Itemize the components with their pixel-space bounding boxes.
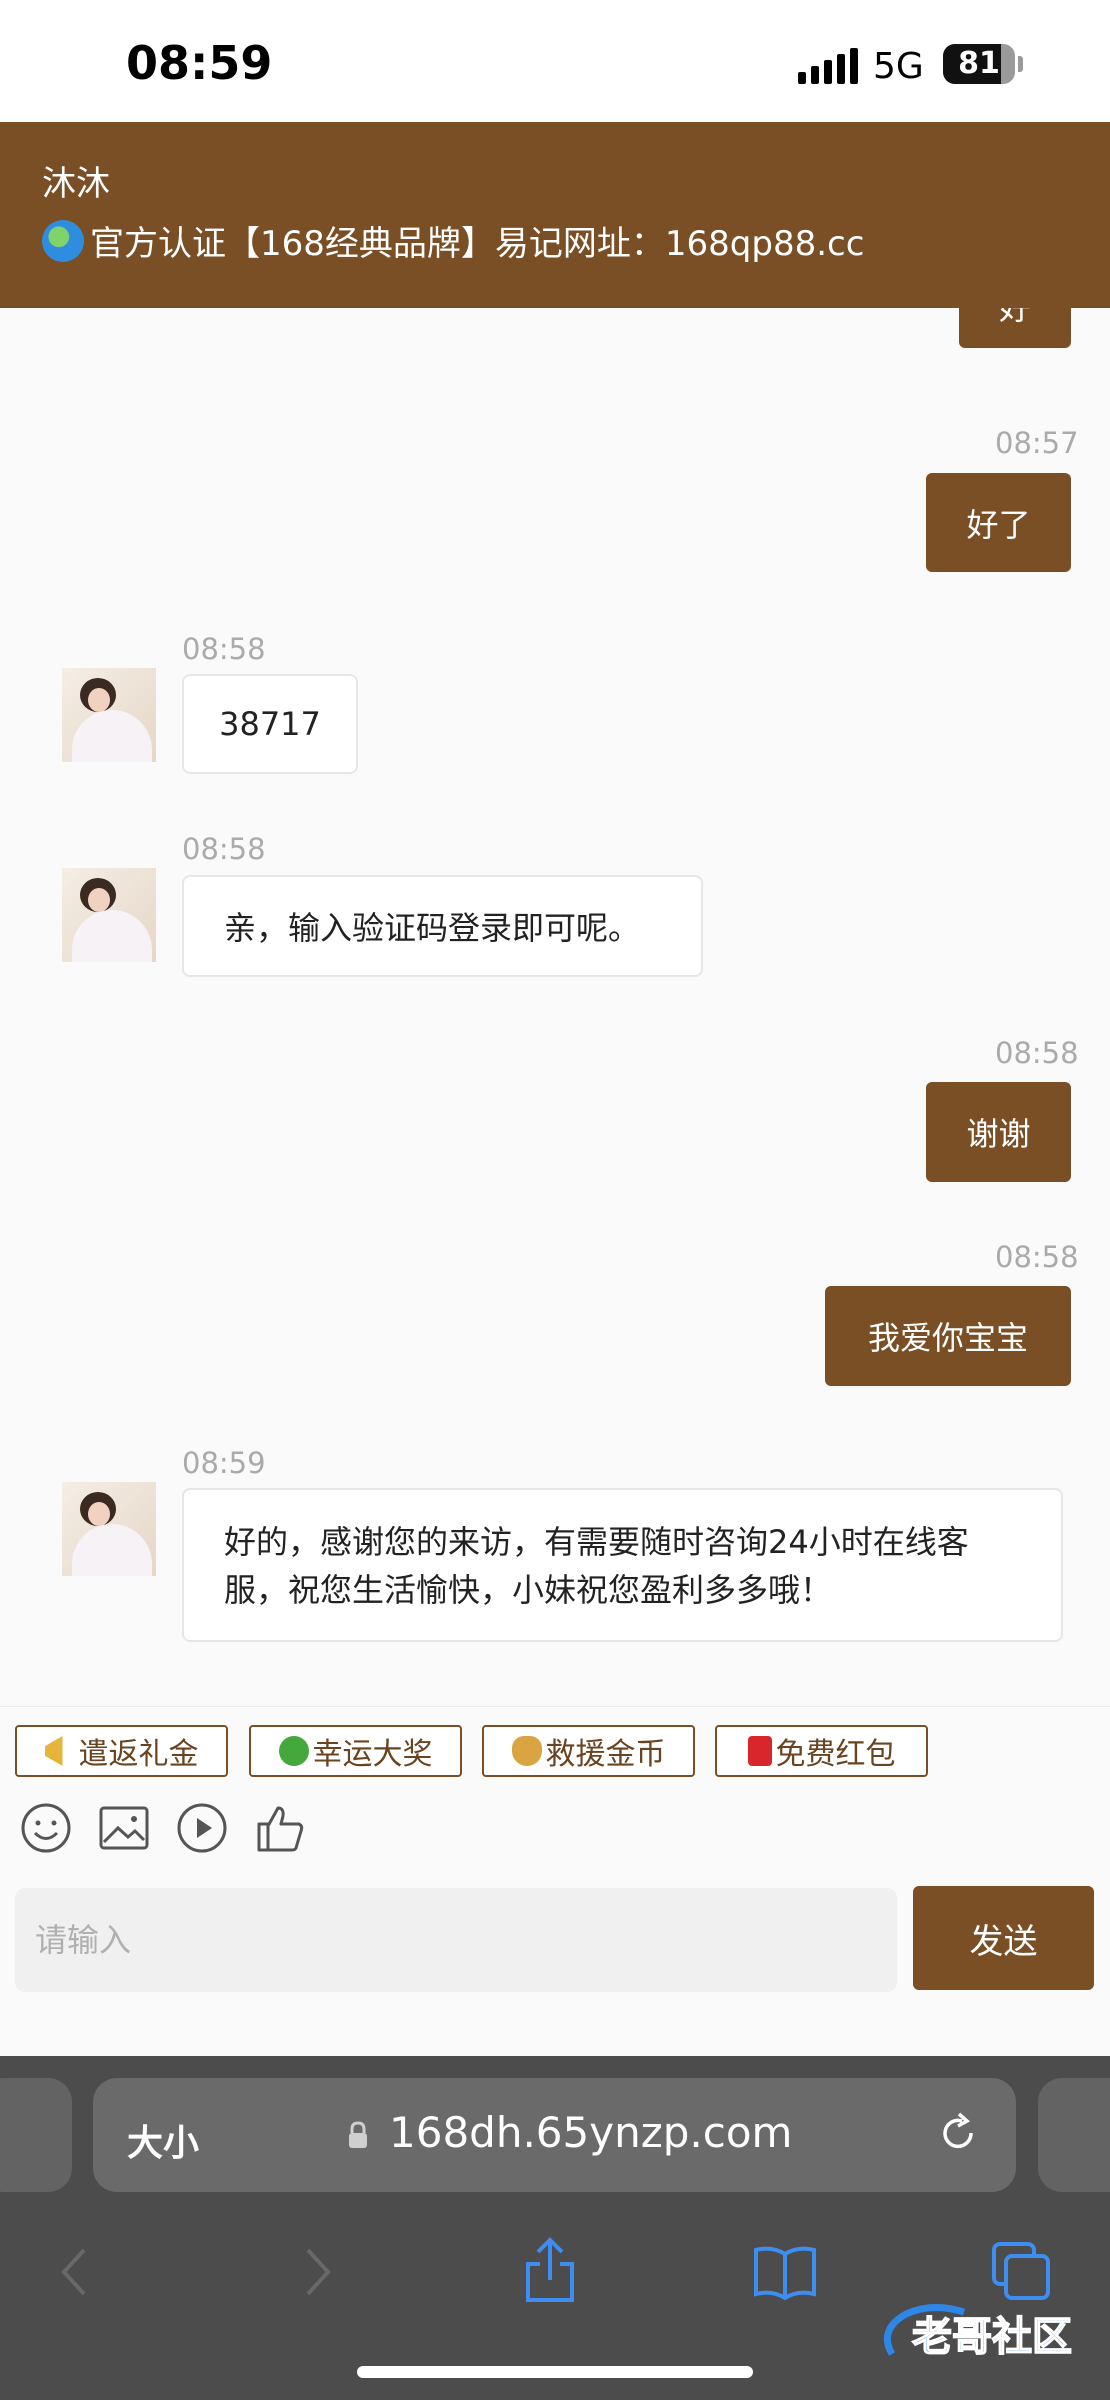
message-time: 08:58 bbox=[182, 632, 266, 666]
quick-action-redpacket-button[interactable]: 免费红包 bbox=[715, 1725, 928, 1777]
quick-action-rebate-button[interactable]: 遣返礼金 bbox=[15, 1725, 228, 1777]
quick-action-label: 幸运大奖 bbox=[312, 1737, 433, 1772]
tabs-icon[interactable] bbox=[990, 2240, 1052, 2302]
site-watermark-logo: 老哥社区 bbox=[883, 2304, 1073, 2361]
battery-icon: 81 bbox=[943, 44, 1015, 84]
megaphone-icon bbox=[44, 1736, 63, 1766]
message-bubble-incoming: 38717 bbox=[182, 674, 358, 774]
message-bubble-outgoing: 我爱你宝宝 bbox=[825, 1286, 1071, 1386]
previous-tab-preview[interactable] bbox=[0, 2078, 72, 2192]
lock-icon bbox=[349, 2121, 367, 2148]
message-time: 08:58 bbox=[182, 832, 266, 866]
message-bubble-outgoing: 好 bbox=[959, 308, 1071, 348]
agent-avatar[interactable] bbox=[62, 868, 156, 962]
message-bubble-outgoing: 好了 bbox=[926, 473, 1071, 572]
header-notice: 官方认证【168经典品牌】易记网址：168qp88.cc bbox=[42, 216, 864, 265]
message-text: 好了 bbox=[966, 505, 1031, 544]
battery-tip bbox=[1018, 56, 1023, 72]
message-text: 好的，感谢您的来访，有需要随时咨询24小时在线客服，祝您生活愉快，小妹祝您盈利多… bbox=[224, 1523, 969, 1609]
next-tab-preview[interactable] bbox=[1038, 2078, 1110, 2192]
quick-action-label: 遣返礼金 bbox=[78, 1737, 199, 1772]
input-toolbar bbox=[0, 1786, 1110, 1886]
quick-action-rescue-button[interactable]: 救援金币 bbox=[482, 1725, 695, 1777]
url-text: 168dh.65ynzp.com bbox=[389, 2108, 793, 2157]
message-time: 08:58 bbox=[995, 1036, 1079, 1070]
agent-avatar[interactable] bbox=[62, 668, 156, 762]
status-time: 08:59 bbox=[126, 36, 273, 90]
message-time: 08:58 bbox=[995, 1240, 1079, 1274]
message-bubble-incoming: 亲，输入验证码登录即可呢。 bbox=[182, 875, 703, 977]
message-text: 38717 bbox=[219, 705, 321, 743]
send-button[interactable]: 发送 bbox=[913, 1886, 1094, 1990]
header-notice-text: 官方认证【168经典品牌】易记网址：168qp88.cc bbox=[90, 224, 865, 264]
money-bag-icon bbox=[511, 1736, 542, 1766]
agent-name: 沐沐 bbox=[42, 164, 110, 204]
battery-level: 81 bbox=[958, 46, 1000, 81]
message-bubble-outgoing: 谢谢 bbox=[926, 1082, 1071, 1182]
reload-icon[interactable] bbox=[935, 2110, 981, 2156]
watermark-text: 老哥社区 bbox=[912, 2314, 1072, 2360]
bookmarks-icon[interactable] bbox=[752, 2244, 818, 2300]
network-label: 5G bbox=[873, 46, 924, 87]
quick-actions-bar: 遣返礼金 幸运大奖 救援金币 免费红包 bbox=[0, 1706, 1110, 1787]
home-indicator[interactable] bbox=[357, 2366, 753, 2378]
message-bubble-incoming: 好的，感谢您的来访，有需要随时咨询24小时在线客服，祝您生活愉快，小妹祝您盈利多… bbox=[182, 1488, 1063, 1642]
input-row: 发送 bbox=[0, 1886, 1110, 2056]
thumbs-up-icon[interactable] bbox=[254, 1802, 306, 1854]
address-bar[interactable]: 大小 168dh.65ynzp.com bbox=[93, 2078, 1016, 2192]
forward-icon[interactable] bbox=[296, 2244, 336, 2300]
quick-action-label: 免费红包 bbox=[775, 1737, 896, 1772]
message-time: 08:59 bbox=[182, 1446, 266, 1480]
image-icon[interactable] bbox=[98, 1802, 150, 1854]
back-icon[interactable] bbox=[56, 2244, 96, 2300]
message-text: 我爱你宝宝 bbox=[867, 1319, 1028, 1357]
clover-icon bbox=[278, 1736, 309, 1766]
message-text: 谢谢 bbox=[966, 1115, 1031, 1153]
share-icon[interactable] bbox=[522, 2236, 578, 2306]
red-envelope-icon bbox=[747, 1736, 772, 1766]
message-time: 08:57 bbox=[995, 426, 1079, 460]
emoji-icon[interactable] bbox=[20, 1802, 72, 1854]
status-bar: 08:59 5G 81 bbox=[0, 0, 1110, 122]
message-text: 好 bbox=[998, 308, 1031, 327]
chat-messages[interactable]: 好 08:57 好了 08:58 38717 08:58 亲，输入验证码登录即可… bbox=[0, 308, 1110, 1706]
video-icon[interactable] bbox=[176, 1802, 228, 1854]
signal-icon bbox=[798, 48, 860, 84]
quick-action-label: 救援金币 bbox=[545, 1737, 666, 1772]
message-text: 亲，输入验证码登录即可呢。 bbox=[224, 909, 641, 947]
quick-action-lucky-button[interactable]: 幸运大奖 bbox=[249, 1725, 462, 1777]
chat-header: 沐沐 官方认证【168经典品牌】易记网址：168qp88.cc bbox=[0, 122, 1110, 308]
globe-icon bbox=[42, 219, 84, 262]
message-input[interactable] bbox=[15, 1888, 897, 1992]
text-size-button[interactable]: 大小 bbox=[127, 2114, 199, 2166]
agent-avatar[interactable] bbox=[62, 1482, 156, 1576]
